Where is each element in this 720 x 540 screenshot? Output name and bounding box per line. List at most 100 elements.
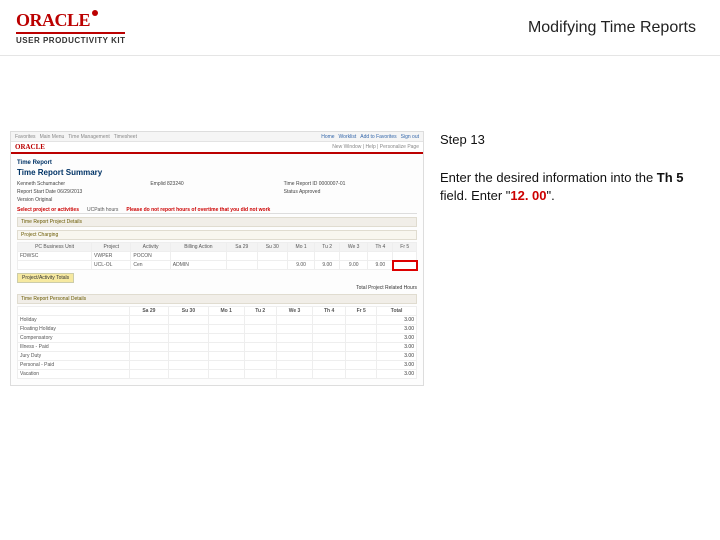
cell[interactable] [129,316,168,325]
cell[interactable] [276,352,312,361]
cell[interactable] [257,252,287,261]
instruction-text: Enter the desired information into the T… [440,169,702,205]
cell[interactable] [276,325,312,334]
cell[interactable] [393,252,417,261]
top-link[interactable]: Add to Favorites [360,134,396,140]
cell[interactable] [129,343,168,352]
page-header: ORACLE USER PRODUCTIVITY KIT Modifying T… [0,0,720,56]
ucpath-lbl: UCPath hours [87,207,118,213]
top-link[interactable]: Worklist [339,134,357,140]
cell[interactable] [313,316,346,325]
step-label: Step 13 [440,131,702,149]
cell[interactable] [129,325,168,334]
cell[interactable] [18,261,92,270]
cell[interactable] [208,325,244,334]
cell[interactable]: 9.00 [315,261,340,270]
cell[interactable] [208,316,244,325]
cell[interactable] [129,334,168,343]
cell[interactable] [129,370,168,379]
cell[interactable] [244,352,276,361]
brand-block: ORACLE USER PRODUCTIVITY KIT [16,10,125,45]
totals-button[interactable]: Project/Activity Totals [17,273,74,283]
cell[interactable] [208,370,244,379]
row-total: 3.00 [377,316,417,325]
cell[interactable] [169,325,209,334]
cell[interactable] [346,352,377,361]
cell[interactable] [313,352,346,361]
table-row: Illness - Paid3.00 [18,343,417,352]
tab-select-proj[interactable]: Select project or activities [17,207,79,213]
cell[interactable]: FDWSC [18,252,92,261]
cell[interactable] [313,370,346,379]
cell[interactable] [346,316,377,325]
cell[interactable] [276,343,312,352]
cell[interactable] [227,252,257,261]
cell[interactable] [244,370,276,379]
cell[interactable] [313,361,346,370]
cell[interactable] [368,252,393,261]
cell[interactable]: UCL-OL [92,261,131,270]
cell[interactable] [169,370,209,379]
row-total: 3.00 [377,343,417,352]
cell[interactable] [208,343,244,352]
cell[interactable] [276,316,312,325]
cell[interactable]: POCON [131,252,170,261]
th5-input[interactable] [393,261,417,270]
row-total: 3.00 [377,370,417,379]
page-title: Modifying Time Reports [528,19,704,37]
cell[interactable] [244,334,276,343]
cell[interactable] [244,325,276,334]
cell[interactable] [288,252,315,261]
top-link[interactable]: Home [321,134,334,140]
breadcrumb-item: Time Management [68,134,110,140]
time-report-label: Time Report [17,160,417,166]
cell[interactable] [169,343,209,352]
time-table-header: PC Business Unit Project Activity Billin… [18,243,417,252]
cell[interactable] [169,316,209,325]
cell[interactable] [313,334,346,343]
cell[interactable]: VWPER [92,252,131,261]
cell[interactable]: Cen [131,261,170,270]
cell[interactable] [208,361,244,370]
col: Fr 5 [393,243,417,252]
cell[interactable] [346,370,377,379]
cell[interactable] [244,316,276,325]
pcol: Sa 29 [129,307,168,316]
col: Su 30 [257,243,287,252]
cell[interactable]: 9.00 [368,261,393,270]
cell[interactable] [257,261,287,270]
cell[interactable]: ADMIN [170,261,226,270]
cell[interactable] [169,334,209,343]
cell[interactable] [276,334,312,343]
table-row: Personal - Paid3.00 [18,361,417,370]
cell[interactable] [129,361,168,370]
cell[interactable] [169,361,209,370]
cell[interactable] [244,343,276,352]
cell[interactable] [346,325,377,334]
cell[interactable] [346,334,377,343]
cell[interactable]: 9.00 [340,261,368,270]
cell[interactable] [169,352,209,361]
cell[interactable] [208,352,244,361]
cell[interactable] [313,343,346,352]
cell[interactable] [346,361,377,370]
cell[interactable] [315,252,340,261]
cell[interactable] [170,252,226,261]
cell[interactable] [276,370,312,379]
top-link[interactable]: Sign out [401,134,419,140]
cell[interactable] [340,252,368,261]
instr-value: 12. 00 [510,188,546,203]
cell[interactable] [227,261,257,270]
row-total: 3.00 [377,352,417,361]
table-row: Holiday3.00 [18,316,417,325]
cell[interactable] [313,325,346,334]
cell[interactable] [208,334,244,343]
cell[interactable]: 9.00 [288,261,315,270]
cell[interactable] [129,352,168,361]
instr-field: Th 5 [657,170,684,185]
cell[interactable] [346,343,377,352]
cell[interactable] [276,361,312,370]
col: We 3 [340,243,368,252]
cell[interactable] [244,361,276,370]
pcol: Th 4 [313,307,346,316]
